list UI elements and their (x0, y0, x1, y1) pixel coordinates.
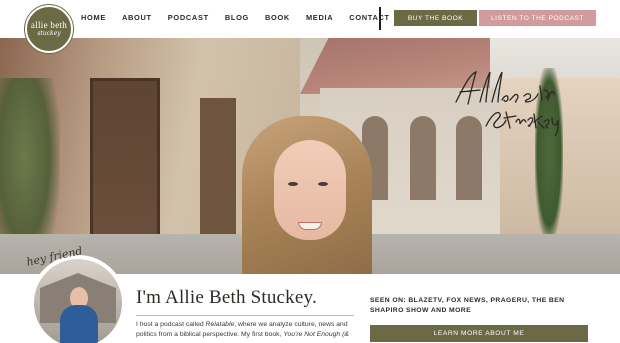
podcast-name: Relatable (205, 321, 235, 328)
signature-logo (455, 70, 559, 136)
buy-the-book-button[interactable]: BUY THE BOOK (394, 10, 477, 26)
seen-on-text: SEEN ON: BLAZETV, FOX NEWS, PRAGERU, THE… (370, 297, 565, 314)
nav-item-book[interactable]: BOOK (265, 13, 290, 22)
learn-more-button[interactable]: LEARN MORE ABOUT ME (370, 325, 588, 342)
nav-item-contact[interactable]: CONTACT (349, 13, 389, 22)
about-title: I'm Allie Beth Stuckey. (136, 287, 317, 308)
nav-divider (379, 7, 381, 30)
hero-door (90, 78, 160, 258)
portrait-eye (288, 182, 298, 186)
portrait-eye (318, 182, 328, 186)
site-logo[interactable]: allie beth stuckey (25, 5, 73, 53)
nav-item-podcast[interactable]: PODCAST (168, 13, 209, 22)
logo-line1: allie beth (30, 19, 68, 30)
hero-arch (410, 116, 436, 200)
nav-item-media[interactable]: MEDIA (306, 13, 333, 22)
logo-line2: stuckey (37, 29, 61, 37)
listen-to-podcast-button[interactable]: LISTEN TO THE PODCAST (479, 10, 596, 26)
about-text-part: I host a podcast called (136, 321, 206, 328)
photo-body (60, 305, 98, 343)
about-divider (136, 315, 354, 316)
nav-item-about[interactable]: ABOUT (122, 13, 152, 22)
nav-item-home[interactable]: HOME (81, 13, 106, 22)
nav-item-blog[interactable]: BLOG (225, 13, 249, 22)
profile-photo (34, 259, 122, 343)
book-title: You're Not Enough (& (283, 331, 349, 338)
about-text: I host a podcast called Relatable, where… (136, 320, 352, 340)
site-header: HOME ABOUT PODCAST BLOG BOOK MEDIA CONTA… (0, 0, 620, 38)
main-nav: HOME ABOUT PODCAST BLOG BOOK MEDIA CONTA… (81, 13, 406, 22)
